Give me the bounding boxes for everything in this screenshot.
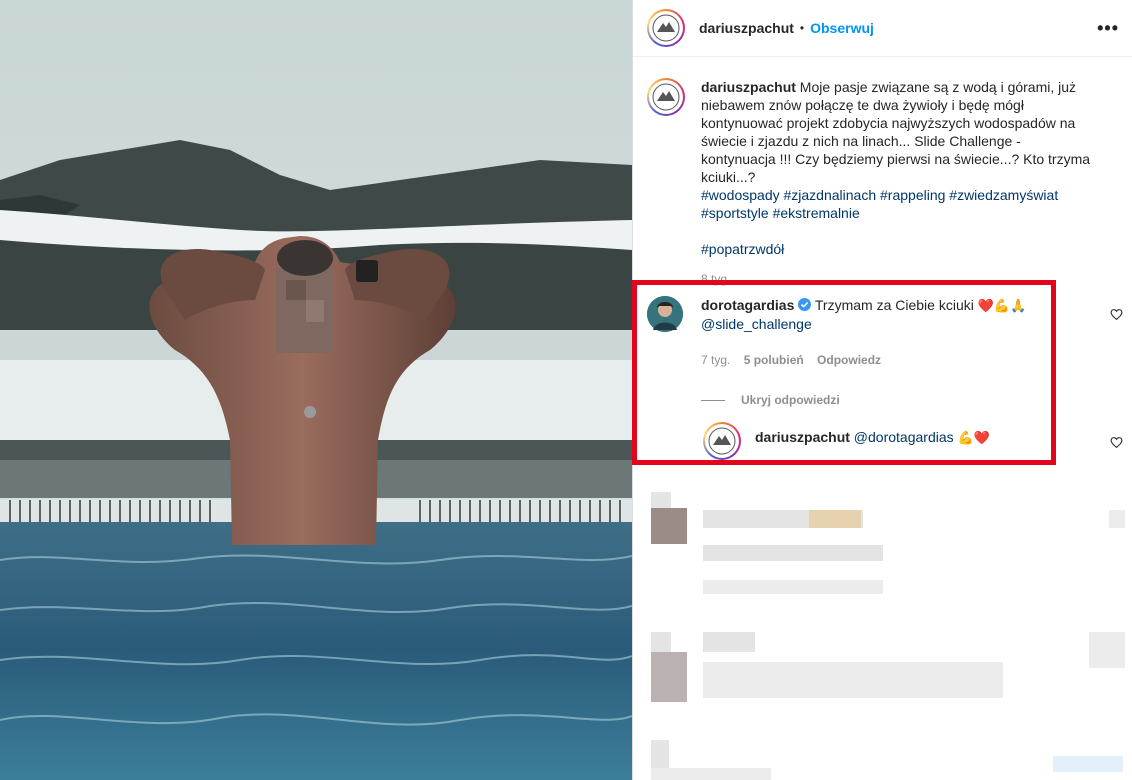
pixelated-heart (1089, 632, 1125, 668)
hide-replies-toggle[interactable]: Ukryj odpowiedzi (701, 391, 1026, 409)
reply-username[interactable]: dariuszpachut (755, 429, 850, 445)
comment-body: dorotagardias Trzymam za Ciebie kciuki ❤… (701, 296, 1026, 409)
pixelated-comment (703, 545, 883, 561)
reply-avatar[interactable] (703, 422, 741, 460)
author-username[interactable]: dariuszpachut (699, 20, 794, 36)
mountain-logo-icon (652, 14, 680, 42)
hashtags-line-1[interactable]: #wodospady #zjazdnalinach #rappeling #zw… (701, 187, 1058, 203)
pixelated-avatar (651, 508, 687, 544)
comment-reply-button[interactable]: Odpowiedz (817, 353, 881, 367)
pixelated-comment (703, 662, 1003, 698)
hashtags-line-3[interactable]: #popatrzwdół (701, 241, 784, 257)
like-reply-heart-icon[interactable] (1110, 436, 1123, 449)
caption-username[interactable]: dariuszpachut (701, 79, 796, 95)
post-photo (0, 0, 632, 780)
mountain-logo-icon (652, 83, 680, 111)
reply-item: dariuszpachut @dorotagardias 💪❤️ (703, 422, 1033, 460)
hashtags-line-2[interactable]: #sportstyle #ekstremalnie (701, 205, 860, 221)
replies-divider (701, 399, 725, 401)
like-comment-heart-icon[interactable] (1110, 308, 1123, 321)
commenter-username[interactable]: dorotagardias (701, 297, 794, 313)
comment-timestamp[interactable]: 7 tyg. (701, 353, 730, 367)
verified-badge-icon (798, 298, 812, 311)
pixelated-comment (1053, 756, 1123, 772)
hide-replies-label[interactable]: Ukryj odpowiedzi (741, 391, 840, 409)
post-caption: dariuszpachut Moje pasje związane są z w… (647, 78, 1097, 288)
post-timestamp[interactable]: 8 tyg. (701, 270, 1097, 288)
post-image (0, 0, 632, 780)
caption-avatar[interactable] (647, 78, 685, 116)
comment-mention[interactable]: @slide_challenge (701, 316, 812, 332)
post-details-panel: dariuszpachut • Obserwuj ••• dariuszpach… (632, 0, 1132, 780)
header-separator: • (799, 21, 805, 35)
commenter-avatar[interactable] (647, 296, 683, 332)
comment-likes[interactable]: 5 polubień (744, 353, 804, 367)
reply-body: dariuszpachut @dorotagardias 💪❤️ (755, 422, 990, 460)
pixelated-avatar (651, 652, 687, 702)
pixelated-avatar (651, 632, 671, 652)
more-options-icon[interactable]: ••• (1097, 18, 1119, 39)
post-header: dariuszpachut • Obserwuj ••• (633, 0, 1132, 57)
comment-emojis: ❤️💪🙏 (977, 298, 1027, 313)
author-avatar[interactable] (647, 9, 685, 47)
pixelated-comment (703, 632, 755, 652)
comment-actions: 7 tyg. 5 polubień Odpowiedz (701, 351, 1026, 369)
pixelated-comment (651, 768, 771, 780)
mountain-logo-icon (708, 427, 736, 455)
caption-body: dariuszpachut Moje pasje związane są z w… (701, 78, 1097, 288)
pixelated-avatar (651, 740, 669, 770)
pixelated-heart (1109, 510, 1125, 528)
reply-mention[interactable]: @dorotagardias (854, 429, 954, 445)
user-photo-icon (647, 296, 683, 332)
pixelated-emoji (809, 510, 861, 528)
comment-item: dorotagardias Trzymam za Ciebie kciuki ❤… (647, 296, 1117, 409)
reply-emojis: 💪❤️ (957, 430, 990, 445)
pixelated-comment (703, 580, 883, 594)
follow-button[interactable]: Obserwuj (810, 20, 874, 36)
comment-text: Trzymam za Ciebie kciuki (814, 297, 974, 313)
